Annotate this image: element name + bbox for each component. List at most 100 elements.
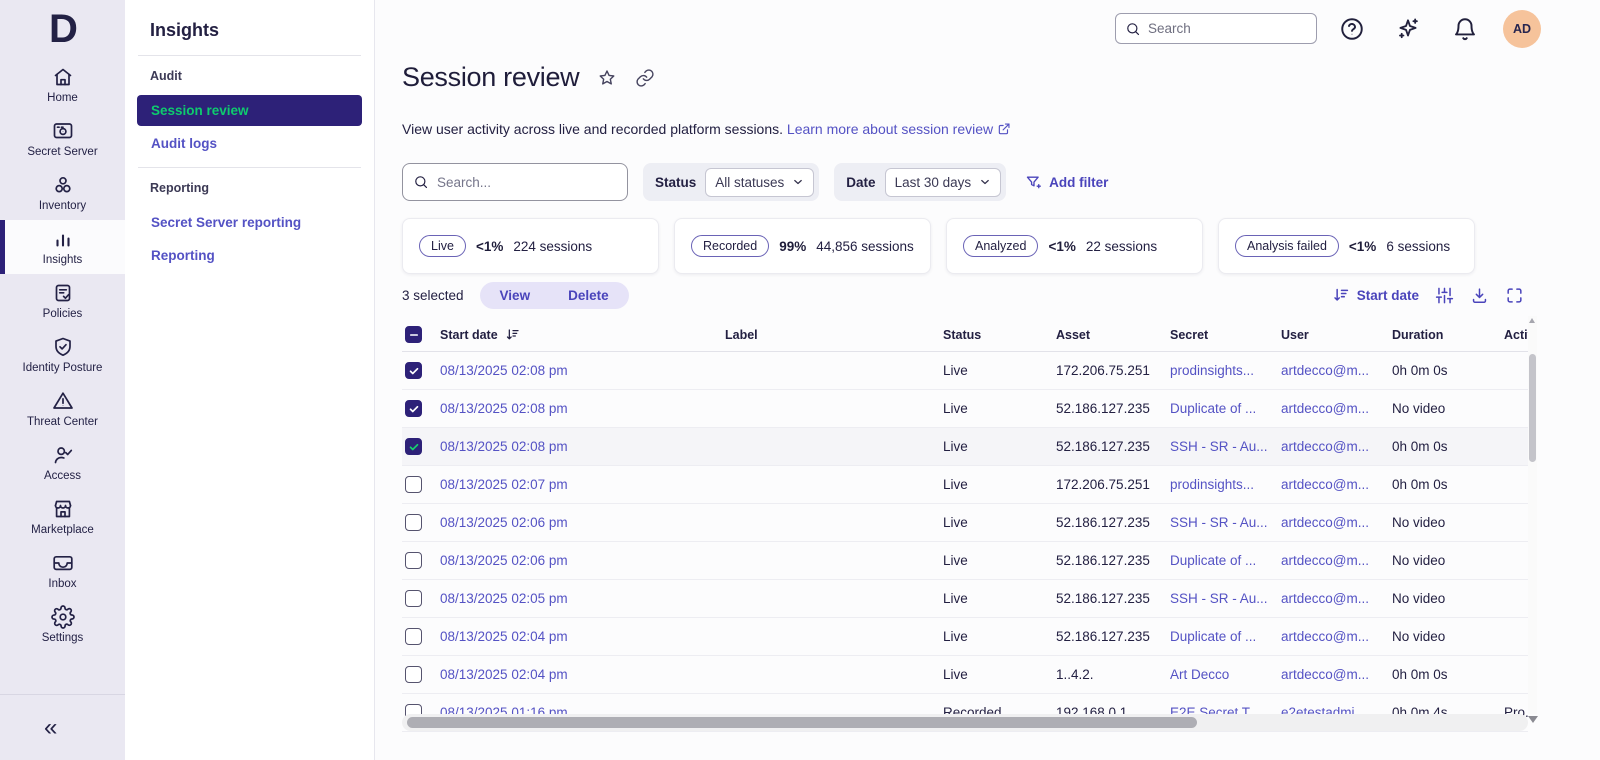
user-link[interactable]: artdecco@m...: [1281, 591, 1392, 606]
session-start-link[interactable]: 08/13/2025 02:08 pm: [440, 363, 725, 378]
sidebar-item-secret-server[interactable]: Secret Server: [0, 112, 125, 166]
row-checkbox[interactable]: [405, 666, 422, 683]
secret-link[interactable]: prodinsights...: [1170, 477, 1281, 492]
session-start-link[interactable]: 08/13/2025 02:08 pm: [440, 401, 725, 416]
secret-link[interactable]: Art Decco: [1170, 667, 1281, 682]
vertical-scrollbar[interactable]: [1528, 316, 1537, 714]
page-description: View user activity across live and recor…: [402, 121, 1011, 137]
row-checkbox[interactable]: [405, 362, 422, 379]
user-link[interactable]: artdecco@m...: [1281, 401, 1392, 416]
row-checkbox[interactable]: [405, 552, 422, 569]
secret-link[interactable]: SSH - SR - Au...: [1170, 591, 1281, 606]
sidebar-footer: «: [0, 694, 125, 760]
select-all-checkbox[interactable]: [405, 326, 422, 343]
subnav-item-secret-server-reporting[interactable]: Secret Server reporting: [137, 207, 362, 238]
global-search[interactable]: [1115, 13, 1317, 44]
subnav-item-audit-logs[interactable]: Audit logs: [137, 128, 362, 159]
table-row[interactable]: 08/13/2025 02:07 pm Live 172.206.75.251 …: [402, 466, 1528, 504]
session-start-link[interactable]: 08/13/2025 02:07 pm: [440, 477, 725, 492]
subnav-item-session-review[interactable]: Session review: [137, 95, 362, 126]
row-checkbox[interactable]: [405, 514, 422, 531]
cell-asset: 172.206.75.251: [1056, 363, 1150, 378]
favorite-star-icon[interactable]: [597, 68, 617, 88]
user-link[interactable]: artdecco@m...: [1281, 363, 1392, 378]
sidebar-item-threat-center[interactable]: Threat Center: [0, 382, 125, 436]
user-link[interactable]: artdecco@m...: [1281, 553, 1392, 568]
secret-link[interactable]: Duplicate of ...: [1170, 553, 1281, 568]
session-start-link[interactable]: 08/13/2025 02:04 pm: [440, 629, 725, 644]
table-row[interactable]: 08/13/2025 02:06 pm Live 52.186.127.235 …: [402, 504, 1528, 542]
user-link[interactable]: artdecco@m...: [1281, 667, 1392, 682]
table-search[interactable]: [402, 163, 628, 201]
cell-asset: 52.186.127.235: [1056, 439, 1150, 454]
column-header-start-date[interactable]: Start date: [440, 327, 725, 343]
sidebar-item-identity-posture[interactable]: Identity Posture: [0, 328, 125, 382]
sidebar-item-insights[interactable]: Insights: [0, 220, 125, 274]
user-link[interactable]: artdecco@m...: [1281, 515, 1392, 530]
sidebar-item-marketplace[interactable]: Marketplace: [0, 490, 125, 544]
session-start-link[interactable]: 08/13/2025 02:05 pm: [440, 591, 725, 606]
brand-logo[interactable]: D: [0, 0, 125, 58]
row-checkbox[interactable]: [405, 438, 422, 455]
sidebar-item-access[interactable]: Access: [0, 436, 125, 490]
session-start-link[interactable]: 08/13/2025 02:08 pm: [440, 439, 725, 454]
session-start-link[interactable]: 08/13/2025 02:06 pm: [440, 515, 725, 530]
sidebar-item-inbox[interactable]: Inbox: [0, 544, 125, 598]
global-search-input[interactable]: [1148, 21, 1307, 36]
row-checkbox[interactable]: [405, 476, 422, 493]
column-settings-icon[interactable]: [1435, 286, 1454, 305]
view-button[interactable]: View: [500, 288, 531, 303]
table-row[interactable]: 08/13/2025 02:05 pm Live 52.186.127.235 …: [402, 580, 1528, 618]
row-checkbox[interactable]: [405, 628, 422, 645]
session-start-link[interactable]: 08/13/2025 02:04 pm: [440, 667, 725, 682]
row-checkbox[interactable]: [405, 590, 422, 607]
secret-link[interactable]: SSH - SR - Au...: [1170, 439, 1281, 454]
sidebar-item-settings[interactable]: Settings: [0, 598, 125, 652]
sort-icon[interactable]: [505, 327, 521, 343]
table-row[interactable]: 08/13/2025 02:08 pm Live 52.186.127.235 …: [402, 428, 1528, 466]
learn-more-link[interactable]: Learn more about session review: [787, 121, 1011, 137]
sidebar-item-inventory[interactable]: Inventory: [0, 166, 125, 220]
horizontal-scrollbar-thumb[interactable]: [407, 717, 1197, 728]
row-checkbox[interactable]: [405, 400, 422, 417]
table-row[interactable]: 08/13/2025 02:06 pm Live 52.186.127.235 …: [402, 542, 1528, 580]
user-link[interactable]: artdecco@m...: [1281, 439, 1392, 454]
vertical-scrollbar-thumb[interactable]: [1529, 354, 1536, 462]
status-filter-select[interactable]: All statuses: [705, 167, 815, 197]
delete-button[interactable]: Delete: [568, 288, 609, 303]
stat-percent: <1%: [475, 238, 504, 254]
scroll-up-arrow[interactable]: [1529, 318, 1535, 323]
table-row[interactable]: 08/13/2025 02:08 pm Live 172.206.75.251 …: [402, 352, 1528, 390]
download-icon[interactable]: [1470, 286, 1489, 305]
help-icon[interactable]: [1339, 16, 1365, 42]
scrollbar-corner: [1528, 716, 1538, 723]
secret-link[interactable]: SSH - SR - Au...: [1170, 515, 1281, 530]
notifications-bell-icon[interactable]: [1452, 16, 1478, 42]
horizontal-scrollbar[interactable]: [402, 714, 1528, 731]
subnav-item-reporting[interactable]: Reporting: [137, 240, 362, 271]
fullscreen-icon[interactable]: [1505, 286, 1524, 305]
user-link[interactable]: artdecco@m...: [1281, 629, 1392, 644]
cell-status: Live: [943, 477, 968, 492]
sidebar-item-policies[interactable]: Policies: [0, 274, 125, 328]
subnav-title: Insights: [150, 20, 220, 40]
copy-link-icon[interactable]: [635, 68, 655, 88]
secret-link[interactable]: Duplicate of ...: [1170, 401, 1281, 416]
toolbar-right: Start date: [1332, 286, 1524, 305]
ai-sparkle-icon[interactable]: [1395, 16, 1421, 42]
table-row[interactable]: 08/13/2025 02:04 pm Live 1..4.2. Art Dec…: [402, 656, 1528, 694]
date-filter-select[interactable]: Last 30 days: [884, 167, 1002, 197]
session-start-link[interactable]: 08/13/2025 02:06 pm: [440, 553, 725, 568]
table-row[interactable]: 08/13/2025 02:04 pm Live 52.186.127.235 …: [402, 618, 1528, 656]
page-title: Session review: [402, 62, 580, 92]
sidebar-collapse-button[interactable]: «: [44, 715, 57, 740]
secret-link[interactable]: prodinsights...: [1170, 363, 1281, 378]
sidebar-item-home[interactable]: Home: [0, 58, 125, 112]
table-search-input[interactable]: [437, 174, 617, 190]
secret-link[interactable]: Duplicate of ...: [1170, 629, 1281, 644]
user-avatar[interactable]: AD: [1503, 10, 1541, 48]
add-filter-button[interactable]: Add filter: [1025, 174, 1108, 191]
user-link[interactable]: artdecco@m...: [1281, 477, 1392, 492]
sort-by-button[interactable]: Start date: [1332, 286, 1419, 305]
table-row[interactable]: 08/13/2025 02:08 pm Live 52.186.127.235 …: [402, 390, 1528, 428]
